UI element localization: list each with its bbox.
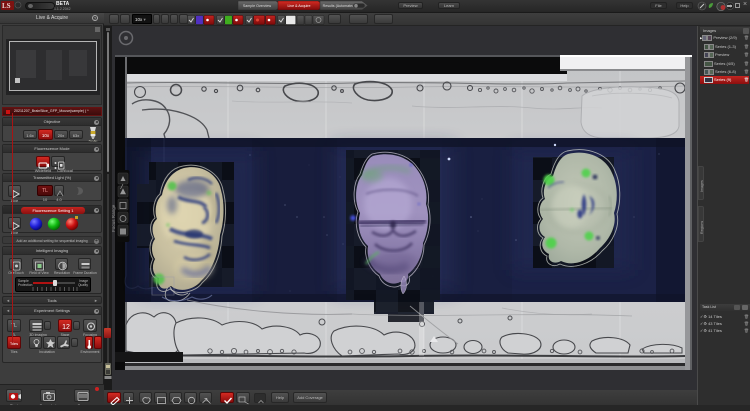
svg-text:Plan-Apo: Plan-Apo xyxy=(89,140,98,142)
svg-text:12: 12 xyxy=(62,324,70,331)
svg-text:Sample Overview: Sample Overview xyxy=(243,4,272,8)
svg-text:Results (Automated): Results (Automated) xyxy=(323,4,356,8)
svg-text:LS: LS xyxy=(2,2,11,10)
svg-text:Focus Range: Focus Range xyxy=(112,204,116,232)
svg-text:Live & Acquire: Live & Acquire xyxy=(288,4,311,8)
